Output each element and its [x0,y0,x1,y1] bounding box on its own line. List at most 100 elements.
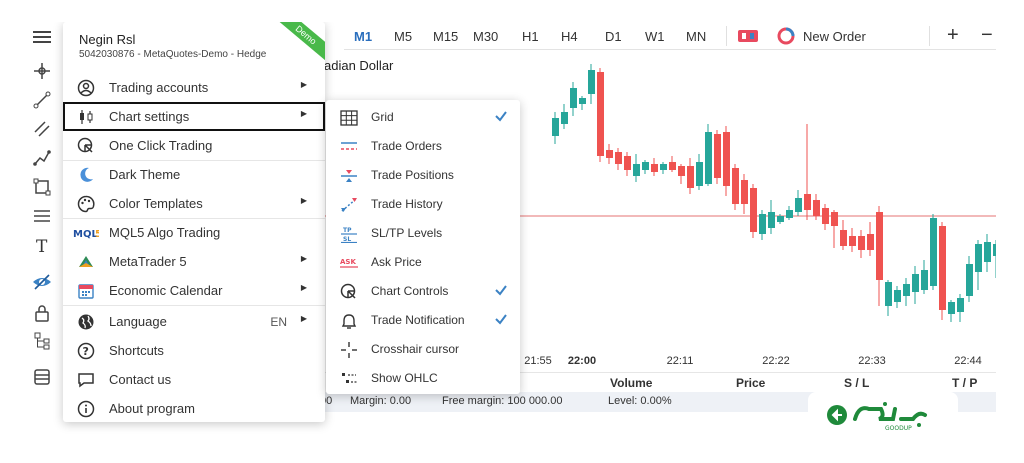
time-axis-label: 22:33 [858,355,886,367]
candle-body [723,132,730,186]
timeframe-h4[interactable]: H4 [561,29,578,44]
lock-icon[interactable] [30,302,54,324]
shape-tool-icon[interactable] [30,176,54,198]
timeframe-m5[interactable]: M5 [394,29,412,44]
submenu-arrow-icon: ▶ [300,196,307,205]
new-order-button[interactable]: New Order [777,26,866,46]
timeframe-w1[interactable]: W1 [645,29,665,44]
submenu-item-trade-notification[interactable]: Trade Notification [326,306,520,335]
crosshair-tool-icon[interactable] [30,60,54,82]
cursor-click-icon [77,137,95,155]
menu-item-label: About program [109,401,195,416]
menu-item-color-templates[interactable]: Color Templates ▶ [63,189,325,218]
menu-item-dark-theme[interactable]: Dark Theme [63,160,325,189]
question-circle-icon: ? [77,342,95,360]
metatrader-logo [77,253,95,271]
candle-body [579,98,586,104]
candle-body [561,112,568,124]
submenu-item-trade-history[interactable]: Trade History [326,190,520,219]
time-axis-label: 22:00 [567,355,597,367]
menu-item-label: Shortcuts [109,343,164,358]
bell-icon [340,312,358,330]
channel-tool-icon[interactable] [30,118,54,140]
submenu-item-show-ohlc[interactable]: Show OHLC [326,364,520,393]
object-tree-icon[interactable] [30,330,54,352]
menu-item-label: Language [109,314,167,329]
menu-item-trading-accounts[interactable]: Trading accounts ▶ [63,73,325,102]
time-axis-label: 21:55 [524,355,552,367]
new-order-icon [777,27,795,45]
timeframe-d1[interactable]: D1 [605,29,622,44]
zoom-in-button[interactable]: + [947,24,959,47]
svg-text:T: T [36,237,48,254]
submenu-item-label: Ask Price [371,255,422,269]
candle-body [975,244,982,272]
polyline-tool-icon[interactable] [30,147,54,169]
submenu-item-trade-orders[interactable]: Trade Orders [326,132,520,161]
sltp-levels-icon: TP SL [340,225,358,243]
status-level: Level: 0.00% [608,395,672,407]
menu-item-label: Dark Theme [109,167,181,182]
menu-item-label: MQL5 Algo Trading [109,225,221,240]
zoom-out-button[interactable]: − [981,24,993,47]
column-volume[interactable]: Volume [610,376,652,390]
chart-type-icon[interactable] [737,28,759,47]
trend-line-icon[interactable] [30,89,54,111]
candle-body [552,118,559,136]
timeframe-m30[interactable]: M30 [473,29,498,44]
submenu-item-sltp-levels[interactable]: TP SL SL/TP Levels [326,219,520,248]
text-tool-icon[interactable]: T [30,234,54,256]
menu-item-one-click-trading[interactable]: One Click Trading [63,131,325,160]
globe-icon [77,313,95,331]
checkmark-icon [494,283,508,300]
menu-item-label: MetaTrader 5 [109,254,187,269]
calendar-icon [77,282,95,300]
column-price[interactable]: Price [736,376,765,390]
submenu-arrow-icon: ▶ [300,283,307,292]
candle-body [795,198,802,212]
hamburger-menu-icon[interactable] [30,26,54,48]
account-details: 5042030876 - MetaQuotes-Demo - Hedge [79,49,267,60]
menu-item-mql5-algo-trading[interactable]: MQL 5 MQL5 Algo Trading [63,218,325,247]
goodup-text: GOODUP [885,425,912,432]
candle-body [624,156,631,170]
candle-body [669,162,676,170]
submenu-item-grid[interactable]: Grid [326,103,520,132]
candle-body [858,236,865,250]
column-sl[interactable]: S / L [844,376,869,390]
candle-body [957,298,964,312]
submenu-item-ask-price[interactable]: ASK Ask Price [326,248,520,277]
new-order-label: New Order [803,28,866,44]
timeframe-mn[interactable]: MN [686,29,706,44]
menu-item-chart-settings[interactable]: Chart settings ▶ [63,102,325,131]
candle-body [867,234,874,250]
hide-drawings-icon[interactable] [30,271,54,293]
app-frame: T M1 M5 M15 M30 H1 H4 D1 W1 MN New Order [28,22,996,438]
submenu-arrow-icon: ▶ [300,254,307,263]
mql5-logo: MQL 5 [73,224,99,242]
menu-divider [63,305,325,306]
menu-item-shortcuts[interactable]: ? Shortcuts [63,336,325,365]
menu-item-label: Contact us [109,372,172,387]
submenu-item-trade-positions[interactable]: Trade Positions [326,161,520,190]
fibonacci-tool-icon[interactable] [30,205,54,227]
menu-item-metatrader-5[interactable]: MetaTrader 5 ▶ [63,247,325,276]
submenu-item-chart-controls[interactable]: Chart Controls [326,277,520,306]
account-header[interactable]: Negin Rsl 5042030876 - MetaQuotes-Demo -… [63,22,325,68]
timeframe-m1[interactable]: M1 [354,29,372,44]
menu-item-economic-calendar[interactable]: Economic Calendar ▶ [63,276,325,305]
menu-item-about-program[interactable]: About program [63,394,325,422]
column-tp[interactable]: T / P [952,376,977,390]
user-circle-icon [77,79,95,97]
layers-icon[interactable] [30,366,54,388]
candle-body [741,180,748,204]
menu-item-contact-us[interactable]: Contact us [63,365,325,394]
menu-item-language[interactable]: Language EN ▶ [63,307,325,336]
timeframe-h1[interactable]: H1 [522,29,539,44]
candle-body [948,302,955,314]
candle-body [984,242,991,262]
svg-text:?: ? [83,345,89,358]
timeframe-m15[interactable]: M15 [433,29,458,44]
toolbar-separator [726,26,727,46]
submenu-item-crosshair-cursor[interactable]: Crosshair cursor [326,335,520,364]
